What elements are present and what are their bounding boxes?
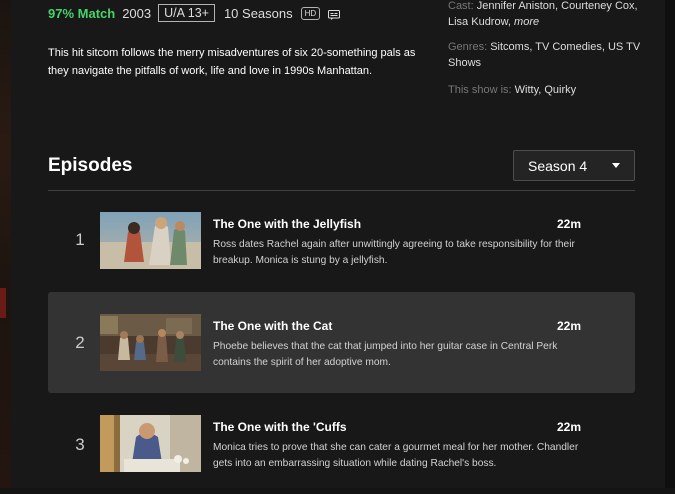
show-tags-info: This show is: Witty, Quirky xyxy=(448,82,648,98)
episode-description: Phoebe believes that the cat that jumped… xyxy=(213,341,558,368)
cast-more-link[interactable]: more xyxy=(514,16,539,28)
episode-row[interactable]: 3 The One with the 'Cuffs 22m Monica tri… xyxy=(48,393,635,494)
title-meta-row: 97% Match 2003 U/A 13+ 10 Seasons HD xyxy=(48,4,341,22)
maturity-rating-badge: U/A 13+ xyxy=(158,4,215,22)
tags-list[interactable]: Witty, Quirky xyxy=(515,84,577,96)
cast-list[interactable]: Jennifer Aniston, Courteney Cox, Lisa Ku… xyxy=(448,0,638,28)
title-details-modal: 97% Match 2003 U/A 13+ 10 Seasons HD Thi… xyxy=(11,0,665,488)
episode-description: Ross dates Rachel again after unwittingl… xyxy=(213,239,575,266)
episode-duration: 22m xyxy=(556,319,581,333)
episode-thumbnail[interactable] xyxy=(100,314,201,371)
background-edge-left xyxy=(0,0,11,488)
episode-row[interactable]: 2 The One with the Cat 22m Phoebe believ… xyxy=(48,292,635,393)
match-score: 97% Match xyxy=(48,5,116,21)
background-edge-accent xyxy=(0,288,6,318)
episode-duration: 22m xyxy=(556,217,581,231)
episode-description: Monica tries to prove that she can cater… xyxy=(213,442,579,469)
genres-label: Genres: xyxy=(448,41,488,53)
episode-title: The One with the 'Cuffs xyxy=(213,420,347,434)
episode-row[interactable]: 1 The One with the Jellyfish 22m Ross da… xyxy=(48,192,635,293)
hd-badge: HD xyxy=(300,6,321,20)
cast-label: Cast: xyxy=(448,0,474,12)
episode-number: 1 xyxy=(75,230,85,249)
episode-thumbnail[interactable] xyxy=(100,415,201,472)
subtitles-icon xyxy=(328,8,341,20)
episode-duration: 22m xyxy=(556,420,581,434)
cast-info: Cast: Jennifer Aniston, Courteney Cox, L… xyxy=(448,0,648,30)
episodes-header: Episodes Season 4 xyxy=(48,150,635,191)
episode-thumbnail[interactable] xyxy=(100,212,201,269)
season-dropdown-label: Season 4 xyxy=(528,157,588,174)
episode-number: 2 xyxy=(75,333,85,352)
release-year: 2003 xyxy=(122,5,152,21)
episodes-title: Episodes xyxy=(48,155,133,176)
episode-number: 3 xyxy=(75,435,85,454)
synopsis: This hit sitcom follows the merry misadv… xyxy=(48,47,416,77)
tags-label: This show is: xyxy=(448,84,512,96)
episode-title: The One with the Jellyfish xyxy=(213,217,362,231)
caret-down-icon xyxy=(612,163,620,168)
season-count: 10 Seasons xyxy=(223,5,293,21)
season-dropdown[interactable]: Season 4 xyxy=(513,150,635,181)
genres-info: Genres: Sitcoms, TV Comedies, US TV Show… xyxy=(448,39,648,71)
background-edge-right xyxy=(665,0,675,488)
episode-title: The One with the Cat xyxy=(213,319,333,333)
